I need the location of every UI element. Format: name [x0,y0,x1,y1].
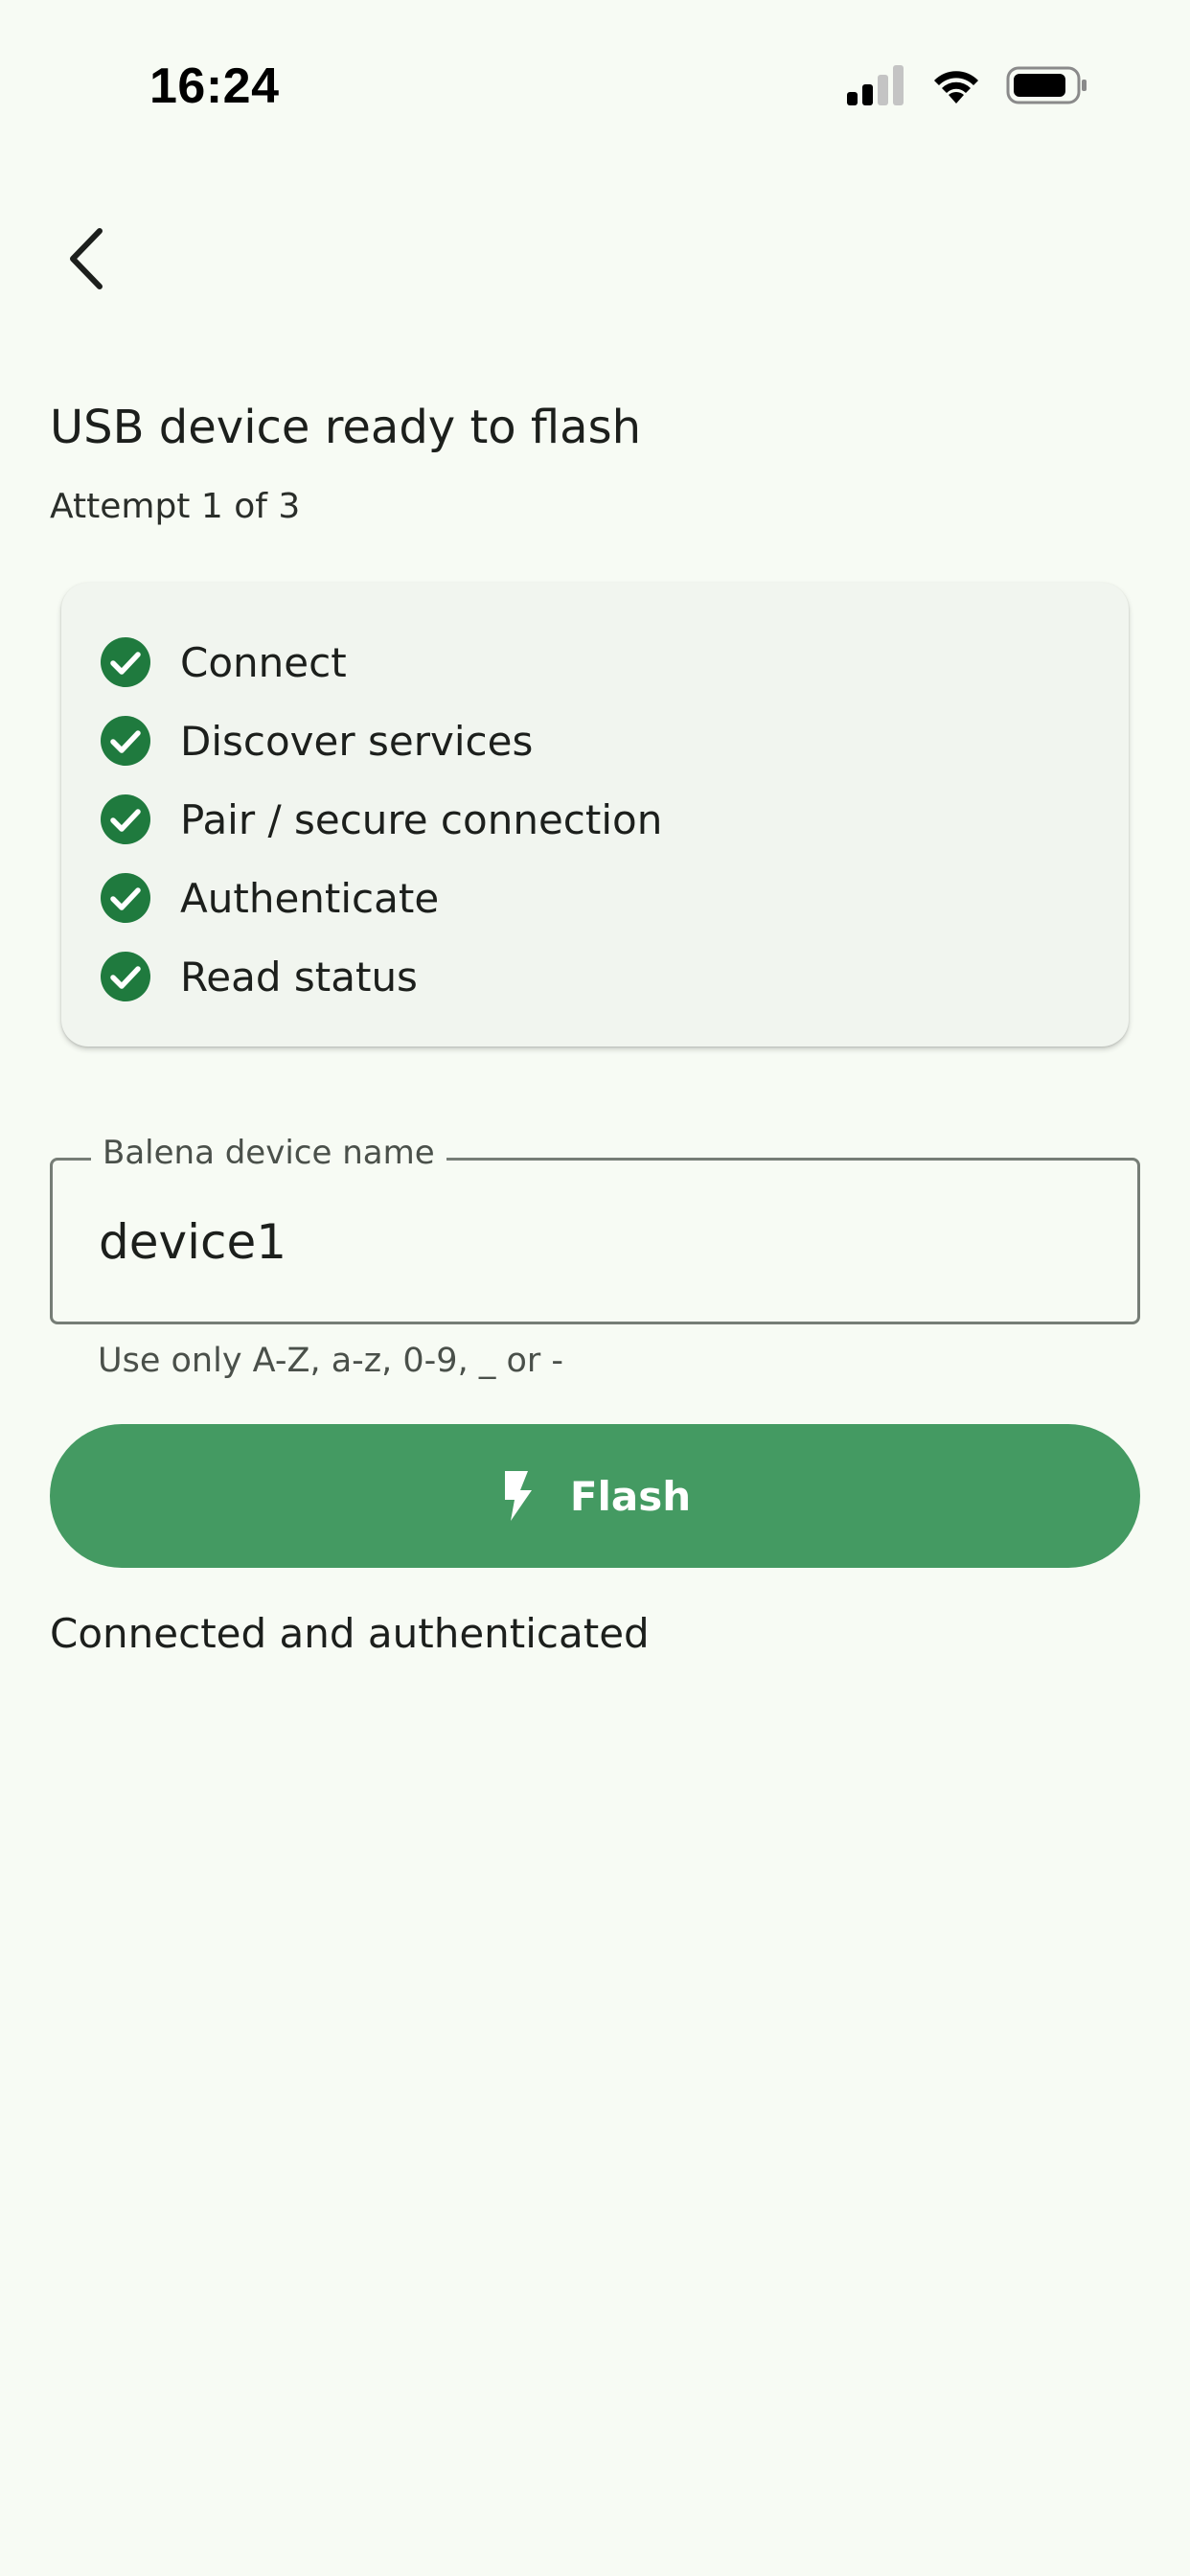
step-label: Authenticate [180,874,440,922]
step-read-status: Read status [61,937,1129,1016]
wifi-icon [934,71,978,104]
cellular-signal-icon [847,65,904,105]
lightning-bolt-icon [504,1471,532,1521]
device-name-helper: Use only A-Z, a-z, 0-9, _ or - [98,1342,564,1380]
check-circle-icon [101,952,150,1001]
step-label: Pair / secure connection [180,795,663,843]
status-time: 16:24 [149,58,280,114]
step-label: Read status [180,953,418,1000]
status-icons [847,65,1088,105]
attempt-counter: Attempt 1 of 3 [50,487,301,526]
status-bar: 16:24 [0,0,1190,172]
step-connect: Connect [61,623,1129,702]
page-title: USB device ready to flash [50,401,641,454]
flash-button[interactable]: Flash [50,1424,1140,1568]
steps-card: Connect Discover services Pair / secure … [61,583,1129,1046]
step-pair-secure-connection: Pair / secure connection [61,780,1129,859]
step-authenticate: Authenticate [61,859,1129,937]
step-label: Discover services [180,717,534,765]
device-name-field[interactable]: Balena device name [50,1134,1140,1324]
battery-icon [1006,66,1087,104]
check-circle-icon [101,794,150,844]
check-circle-icon [101,716,150,766]
device-name-label: Balena device name [91,1134,446,1172]
back-button[interactable] [48,220,125,297]
chevron-left-icon [70,228,103,289]
step-discover-services: Discover services [61,702,1129,780]
step-label: Connect [180,638,347,686]
device-name-input[interactable] [99,1199,1076,1285]
connection-status-message: Connected and authenticated [50,1610,650,1657]
check-circle-icon [101,873,150,923]
flash-button-label: Flash [569,1472,692,1520]
check-circle-icon [101,637,150,687]
